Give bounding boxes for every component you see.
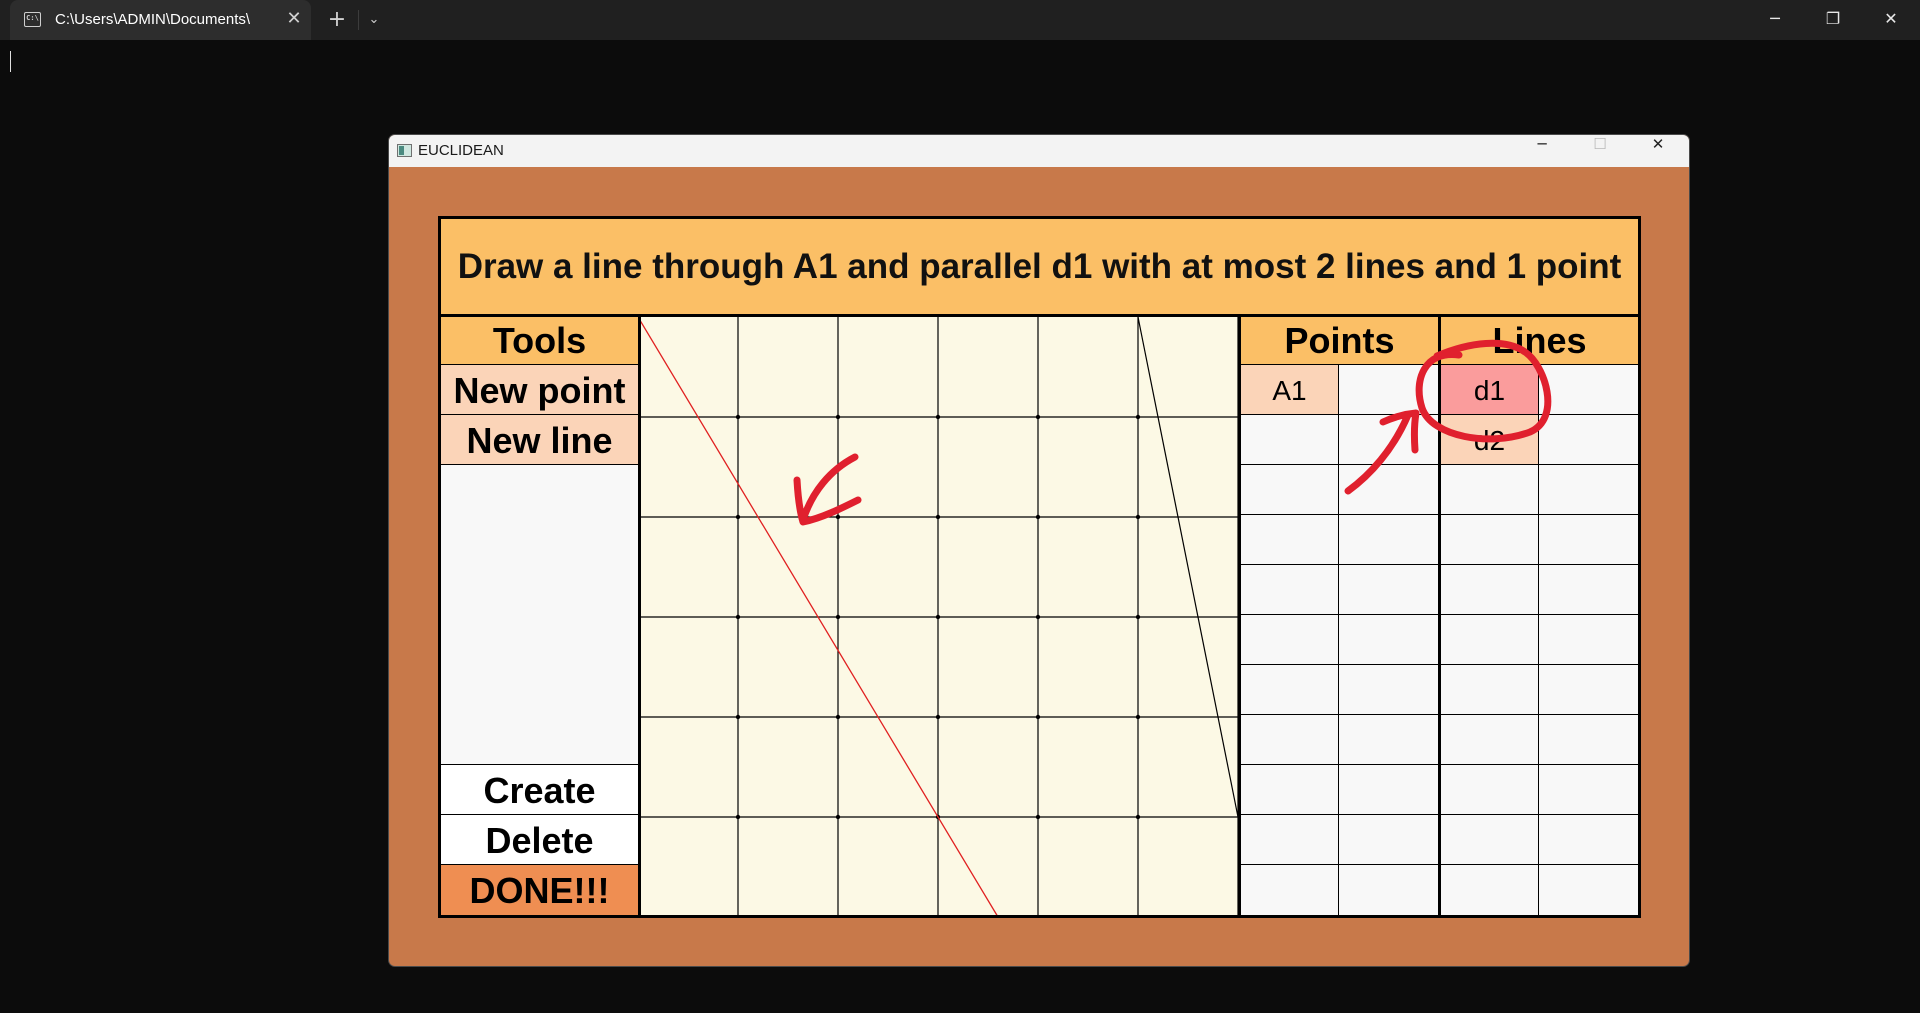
grid-node[interactable] — [1035, 514, 1041, 520]
point-slot-empty — [1238, 464, 1341, 517]
grid-node[interactable] — [1035, 414, 1041, 420]
point-slot-empty — [1238, 814, 1341, 867]
grid-node[interactable] — [735, 414, 741, 420]
line-item-d2[interactable]: d2 — [1438, 414, 1541, 467]
grid-node[interactable] — [1035, 714, 1041, 720]
point-slot-empty — [1238, 864, 1341, 918]
close-window-icon[interactable]: ✕ — [1863, 0, 1919, 40]
line-slot-empty — [1438, 564, 1541, 617]
point-slot-empty — [1338, 614, 1441, 667]
grid-node[interactable] — [1035, 614, 1041, 620]
grid-node[interactable] — [1135, 814, 1141, 820]
point-slot-empty — [1338, 414, 1441, 467]
tool-options-panel — [438, 464, 641, 767]
grid-node[interactable] — [1135, 514, 1141, 520]
line-slot-empty — [1438, 464, 1541, 517]
line-slot-empty — [1438, 814, 1541, 867]
line-slot-empty — [1538, 864, 1641, 918]
grid-node[interactable] — [835, 414, 841, 420]
point-slot-empty — [1238, 714, 1341, 767]
line-slot-empty — [1438, 864, 1541, 918]
app-icon — [397, 144, 412, 157]
line-slot-empty — [1538, 714, 1641, 767]
app-titlebar: EUCLIDEAN ─ ☐ ✕ — [389, 135, 1689, 167]
line-slot-empty — [1438, 514, 1541, 567]
line-slot-empty — [1538, 364, 1641, 417]
grid-node[interactable] — [835, 614, 841, 620]
terminal-tab[interactable]: C:\ C:\Users\ADMIN\Documents\ ✕ — [10, 0, 311, 40]
tab-title: C:\Users\ADMIN\Documents\ — [55, 11, 251, 28]
minimize-icon[interactable]: ─ — [1513, 135, 1571, 167]
maximize-icon: ☐ — [1593, 135, 1607, 153]
line-slot-empty — [1438, 614, 1541, 667]
task-banner: Draw a line through A1 and parallel d1 w… — [438, 216, 1641, 317]
line-slot-empty — [1538, 664, 1641, 717]
line-slot-empty — [1538, 764, 1641, 817]
chevron-down-icon[interactable]: ⌄ — [362, 8, 386, 32]
create-button[interactable]: Create — [438, 764, 641, 817]
app-title: EUCLIDEAN — [418, 142, 504, 159]
close-tab-icon[interactable]: ✕ — [283, 7, 305, 31]
line-slot-empty — [1538, 514, 1641, 567]
line-slot-empty — [1538, 614, 1641, 667]
divider — [358, 10, 359, 30]
point-slot-empty — [1338, 464, 1441, 517]
drawing-canvas[interactable] — [638, 317, 1238, 918]
line-slot-empty — [1438, 714, 1541, 767]
grid-node[interactable] — [1135, 414, 1141, 420]
grid-node[interactable] — [735, 514, 741, 520]
point-slot-empty — [1238, 764, 1341, 817]
point-slot-empty — [1338, 364, 1441, 417]
line-slot-empty — [1438, 664, 1541, 717]
grid-node[interactable] — [935, 514, 941, 520]
point-slot-empty — [1338, 864, 1441, 918]
point-item-A1[interactable]: A1 — [1238, 364, 1341, 417]
minimize-icon[interactable]: ─ — [1747, 0, 1803, 40]
grid-node[interactable] — [735, 614, 741, 620]
points-header: Points — [1238, 314, 1441, 367]
text-cursor — [10, 51, 11, 72]
delete-button[interactable]: Delete — [438, 814, 641, 867]
new-tab-icon[interactable]: + — [323, 6, 351, 34]
line-slot-empty — [1538, 414, 1641, 467]
point-slot-empty — [1338, 714, 1441, 767]
close-icon[interactable]: ✕ — [1629, 135, 1687, 167]
grid-node[interactable] — [835, 714, 841, 720]
new-line-button[interactable]: New line — [438, 414, 641, 467]
point-slot-empty — [1338, 514, 1441, 567]
game-board: Draw a line through A1 and parallel d1 w… — [438, 216, 1641, 918]
grid-node[interactable] — [735, 814, 741, 820]
done-button[interactable]: DONE!!! — [438, 864, 641, 918]
point-slot-empty — [1238, 414, 1341, 467]
line-slot-empty — [1538, 464, 1641, 517]
restore-icon[interactable]: ❐ — [1805, 0, 1861, 40]
point-slot-empty — [1338, 564, 1441, 617]
line-slot-empty — [1538, 564, 1641, 617]
grid-node[interactable] — [835, 514, 841, 520]
grid-node[interactable] — [935, 614, 941, 620]
point-slot-empty — [1338, 764, 1441, 817]
new-point-button[interactable]: New point — [438, 364, 641, 417]
grid-node[interactable] — [935, 414, 941, 420]
terminal-icon: C:\ — [24, 12, 41, 27]
point-slot-empty — [1238, 564, 1341, 617]
line-item-d1[interactable]: d1 — [1438, 364, 1541, 417]
euclidean-window: EUCLIDEAN ─ ☐ ✕ Draw a line through A1 a… — [389, 135, 1689, 966]
point-slot-empty — [1338, 814, 1441, 867]
tools-header: Tools — [438, 314, 641, 367]
terminal-tab-bar: C:\ C:\Users\ADMIN\Documents\ ✕ + ⌄ ─ ❐ … — [0, 0, 1920, 40]
point-slot-empty — [1238, 614, 1341, 667]
line-slot-empty — [1538, 814, 1641, 867]
grid-node[interactable] — [1035, 814, 1041, 820]
lines-header: Lines — [1438, 314, 1641, 367]
point-slot-empty — [1238, 664, 1341, 717]
grid-node[interactable] — [1135, 714, 1141, 720]
grid-node[interactable] — [1135, 614, 1141, 620]
point-slot-empty — [1338, 664, 1441, 717]
grid-node[interactable] — [735, 714, 741, 720]
grid-node[interactable] — [835, 814, 841, 820]
line-slot-empty — [1438, 764, 1541, 817]
point-slot-empty — [1238, 514, 1341, 567]
grid-node[interactable] — [935, 714, 941, 720]
